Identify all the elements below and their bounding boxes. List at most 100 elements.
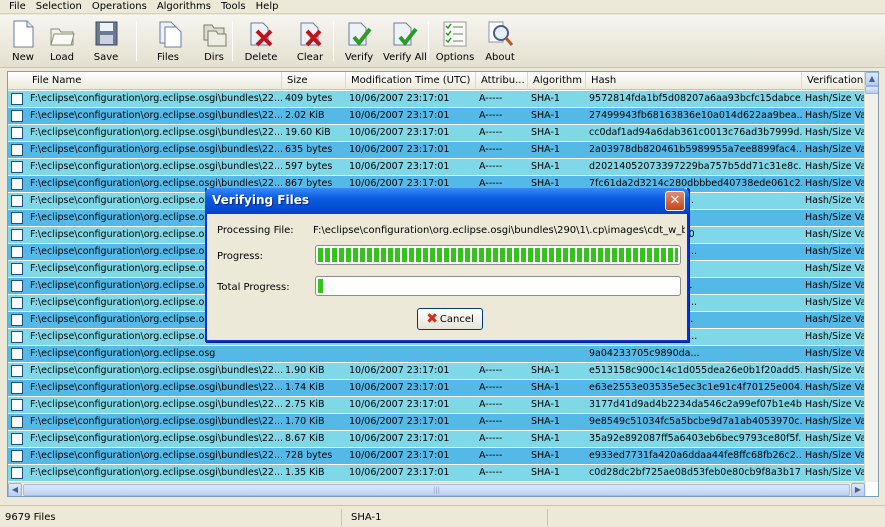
row-checkbox[interactable] xyxy=(11,178,23,190)
row-checkbox[interactable] xyxy=(11,365,23,377)
row-checkbox[interactable] xyxy=(11,399,23,411)
scroll-up-icon[interactable]: ▲ xyxy=(865,72,878,86)
table-row[interactable]: F:\eclipse\configuration\org.eclipse.osg… xyxy=(8,91,866,108)
cell-hash: 27499943fb68163836e10a014d622aa9bea... xyxy=(589,110,802,121)
row-checkbox[interactable] xyxy=(11,416,23,428)
row-checkbox[interactable] xyxy=(11,229,23,241)
processing-file-path: F:\eclipse\configuration\org.eclipse.osg… xyxy=(313,225,685,236)
menu-operations[interactable]: Operations xyxy=(87,0,152,13)
column-header-0[interactable]: File Name xyxy=(8,72,282,90)
row-checkbox[interactable] xyxy=(11,263,23,275)
table-row[interactable]: F:\eclipse\configuration\org.eclipse.osg… xyxy=(8,465,866,482)
table-row[interactable]: F:\eclipse\configuration\org.eclipse.osg… xyxy=(8,346,866,363)
table-row[interactable]: F:\eclipse\configuration\org.eclipse.osg… xyxy=(8,108,866,125)
cell-attr: A----- xyxy=(479,161,503,172)
column-header-3[interactable]: Attribu... xyxy=(476,72,528,90)
row-checkbox[interactable] xyxy=(11,195,23,207)
cell-verif: Hash/Size Val xyxy=(805,450,866,461)
row-checkbox[interactable] xyxy=(11,433,23,445)
toolbar-files-button[interactable]: Files xyxy=(146,17,190,67)
cell-time: 10/06/2007 23:17:01 xyxy=(349,416,450,427)
table-row[interactable]: F:\eclipse\configuration\org.eclipse.osg… xyxy=(8,397,866,414)
menu-help[interactable]: Help xyxy=(251,0,284,13)
column-header-5[interactable]: Hash xyxy=(586,72,802,90)
row-checkbox[interactable] xyxy=(11,348,23,360)
toolbar-verify-button[interactable]: Verify xyxy=(339,17,379,67)
row-checkbox[interactable] xyxy=(11,246,23,258)
table-row[interactable]: F:\eclipse\configuration\org.eclipse.osg… xyxy=(8,448,866,465)
column-header-4[interactable]: Algorithm xyxy=(528,72,586,90)
vertical-scrollbar[interactable]: ▲ xyxy=(864,72,878,482)
column-header-2[interactable]: Modification Time (UTC) xyxy=(346,72,476,90)
row-checkbox[interactable] xyxy=(11,144,23,156)
toolbar-load-button[interactable]: Load xyxy=(42,17,82,67)
row-checkbox[interactable] xyxy=(11,212,23,224)
file-progress-bar xyxy=(315,245,681,265)
cell-verif: Hash/Size Val xyxy=(805,399,866,410)
table-row[interactable]: F:\eclipse\configuration\org.eclipse.osg… xyxy=(8,125,866,142)
column-header-1[interactable]: Size xyxy=(282,72,346,90)
menu-file[interactable]: File xyxy=(4,0,31,13)
row-checkbox[interactable] xyxy=(11,280,23,292)
row-checkbox[interactable] xyxy=(11,127,23,139)
cell-hash: 35a92e892087ff5a6403eb6bec9793ce80f5f... xyxy=(589,433,802,444)
toolbar-separator xyxy=(136,21,137,61)
toolbar-button-label: Verify xyxy=(344,52,374,63)
toolbar-options-button[interactable]: Options xyxy=(434,17,476,67)
row-checkbox[interactable] xyxy=(11,331,23,343)
cell-alg xyxy=(528,346,586,362)
table-row[interactable]: F:\eclipse\configuration\org.eclipse.osg… xyxy=(8,380,866,397)
cancel-button-label: Cancel xyxy=(439,313,474,325)
cell-hash: e513158c900c14c1d055dea26e0b1f20add5... xyxy=(589,365,802,376)
row-checkbox[interactable] xyxy=(11,93,23,105)
cell-size: 1.70 KiB xyxy=(285,416,325,427)
verify-icon xyxy=(345,19,373,49)
table-row[interactable]: F:\eclipse\configuration\org.eclipse.osg… xyxy=(8,142,866,159)
row-checkbox[interactable] xyxy=(11,161,23,173)
column-header-6[interactable]: Verification xyxy=(802,72,866,90)
row-checkbox[interactable] xyxy=(11,314,23,326)
cell-alg: SHA-1 xyxy=(531,467,560,478)
toolbar-verify-all-button[interactable]: Verify All xyxy=(378,17,432,67)
cell-name: F:\eclipse\configuration\org.eclipse.osg… xyxy=(30,161,282,172)
cell-hash: 9572814fda1bf5d08207a6aa93bcfc15dabce... xyxy=(589,93,802,104)
table-row[interactable]: F:\eclipse\configuration\org.eclipse.osg… xyxy=(8,363,866,380)
row-checkbox[interactable] xyxy=(11,297,23,309)
toolbar-button-label: Files xyxy=(157,52,179,63)
close-icon[interactable]: ✕ xyxy=(665,191,685,211)
menu-selection[interactable]: Selection xyxy=(31,0,87,13)
row-checkbox[interactable] xyxy=(11,450,23,462)
scroll-thumb[interactable] xyxy=(865,86,878,94)
scroll-right-icon[interactable]: ▶ xyxy=(851,483,865,496)
row-checkbox[interactable] xyxy=(11,382,23,394)
horizontal-scroll-thumb[interactable]: ||| xyxy=(23,484,850,496)
total-progress-bar xyxy=(315,276,681,296)
cell-time: 10/06/2007 23:17:01 xyxy=(349,161,450,172)
cell-size: 635 bytes xyxy=(285,144,333,155)
delete-icon xyxy=(247,19,275,49)
horizontal-scrollbar[interactable]: ◀ ||| ▶ xyxy=(8,482,866,496)
dialog-title-bar[interactable]: Verifying Files ✕ xyxy=(205,188,689,214)
table-row[interactable]: F:\eclipse\configuration\org.eclipse.osg… xyxy=(8,159,866,176)
cancel-button[interactable]: ✖ Cancel xyxy=(417,308,483,330)
toolbar-new-button[interactable]: New xyxy=(5,17,41,67)
cell-verif: Hash/Size Val xyxy=(805,314,866,325)
toolbar-about-button[interactable]: About xyxy=(478,17,522,67)
row-checkbox[interactable] xyxy=(11,467,23,479)
menu-algorithms[interactable]: Algorithms xyxy=(152,0,216,13)
status-algorithm: SHA-1 xyxy=(348,509,548,526)
toolbar-button-label: About xyxy=(485,52,515,63)
toolbar-delete-button[interactable]: Delete xyxy=(238,17,284,67)
menu-tools[interactable]: Tools xyxy=(216,0,251,13)
grid-header: File Name Size Modification Time (UTC) Attr… xyxy=(8,72,878,90)
table-row[interactable]: F:\eclipse\configuration\org.eclipse.osg… xyxy=(8,431,866,448)
cell-hash: cc0daf1ad94a6dab361c0013c76ad3b7999d... xyxy=(589,127,802,138)
row-checkbox[interactable] xyxy=(11,110,23,122)
cell-verif: Hash/Size Val xyxy=(805,161,866,172)
total-progress-label: Total Progress: xyxy=(217,282,290,293)
table-row[interactable]: F:\eclipse\configuration\org.eclipse.osg… xyxy=(8,414,866,431)
toolbar-dirs-button[interactable]: Dirs xyxy=(192,17,236,67)
toolbar-clear-button[interactable]: Clear xyxy=(286,17,334,67)
scroll-left-icon[interactable]: ◀ xyxy=(8,483,22,496)
toolbar-save-button[interactable]: Save xyxy=(86,17,126,67)
